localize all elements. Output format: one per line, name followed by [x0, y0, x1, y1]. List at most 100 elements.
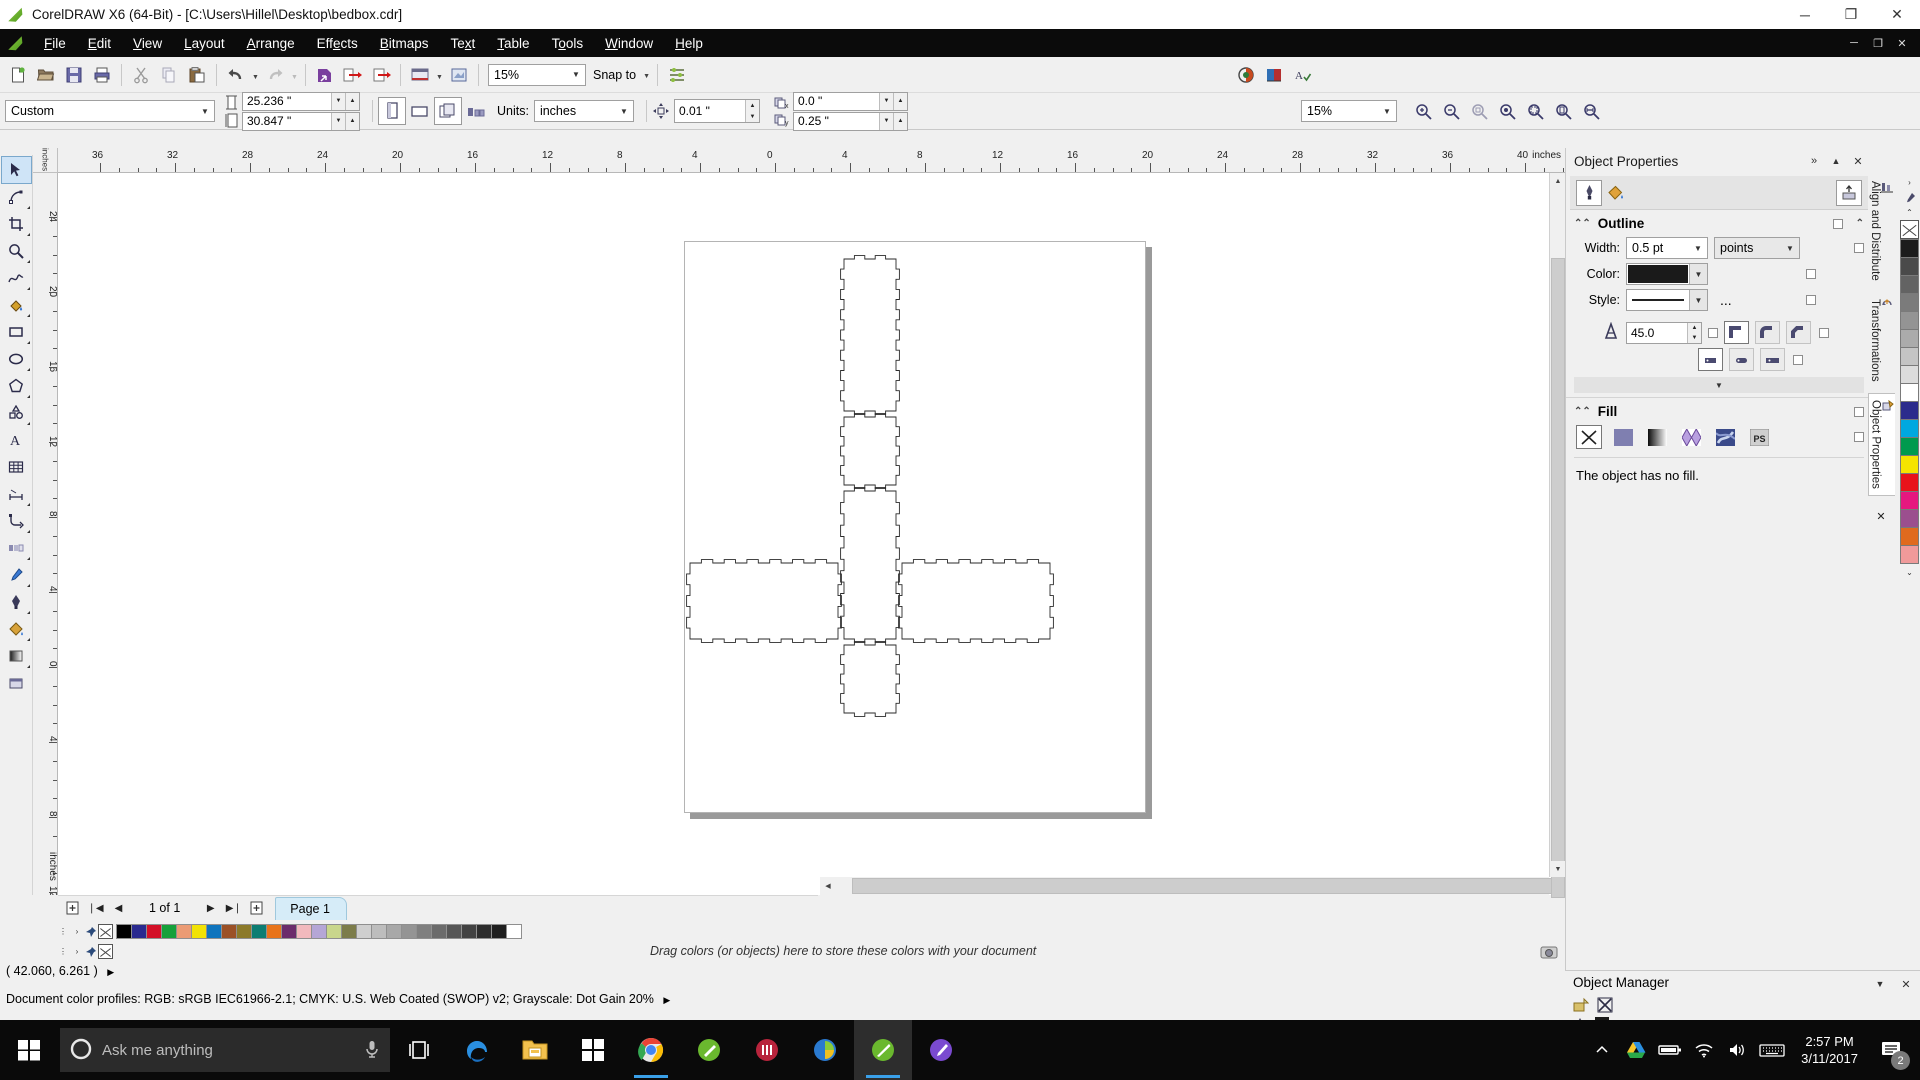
menu-tools[interactable]: Tools — [541, 32, 595, 55]
corel-connect-icon[interactable] — [445, 61, 473, 89]
task-view-icon[interactable] — [390, 1020, 448, 1080]
profiles-expand-icon[interactable]: ▶ — [663, 995, 670, 1006]
right-palette-swatch[interactable] — [1900, 545, 1919, 564]
right-palette-swatch[interactable] — [1900, 419, 1919, 438]
palette2-handle-icon[interactable]: ⋮ — [56, 944, 70, 959]
palette-swatch[interactable] — [341, 924, 357, 939]
chevron-down-icon[interactable]: ▼ — [567, 65, 585, 85]
object-manager-dropdown-icon[interactable]: ▼ — [1870, 974, 1890, 994]
document-palette-no-fill-swatch[interactable] — [98, 944, 113, 959]
rcolor-no-fill-swatch[interactable] — [1900, 220, 1919, 239]
page-tab-1[interactable]: Page 1 — [275, 896, 347, 920]
palette-swatch[interactable] — [446, 924, 462, 939]
cap-round-icon[interactable] — [1729, 348, 1754, 371]
menu-help[interactable]: Help — [664, 32, 714, 55]
docker-expand-icon[interactable]: » — [1804, 151, 1824, 171]
taskbar-clock[interactable]: 2:57 PM 3/11/2017 — [1789, 1033, 1870, 1067]
menu-text[interactable]: Text — [440, 32, 487, 55]
vtab-transformations[interactable]: Transformations — [1868, 292, 1894, 388]
chevron-down-icon[interactable]: ▼ — [1689, 264, 1707, 284]
zoom-out-icon[interactable] — [1437, 97, 1465, 125]
artwork-laser-cut-panels[interactable] — [684, 241, 1164, 831]
nudge-increment[interactable]: ▲ — [744, 100, 759, 111]
palette-swatch[interactable] — [281, 924, 297, 939]
chevron-down-icon[interactable]: ▼ — [1781, 238, 1799, 258]
palette-swatch[interactable] — [206, 924, 222, 939]
page-width-field[interactable]: 25.236 " ▼ ▲ — [242, 91, 360, 111]
dimension-tool[interactable] — [2, 481, 31, 507]
horizontal-ruler[interactable]: 36 32 28 24 20 16 12 8 4 0 4 8 12 16 20 24 28 32 36 40 inch… — [58, 148, 1565, 173]
delete-icon[interactable] — [1597, 997, 1613, 1016]
right-palette-swatch[interactable] — [1900, 239, 1919, 258]
scroll-up-icon[interactable]: ▲ — [1550, 173, 1566, 189]
save-icon[interactable] — [60, 61, 88, 89]
pick-tool[interactable] — [0, 156, 32, 184]
palette-swatch[interactable] — [416, 924, 432, 939]
miter-decrement[interactable]: ▼ — [1687, 332, 1701, 343]
chevron-down-icon[interactable]: ▼ — [1689, 290, 1707, 310]
corner-miter-icon[interactable] — [1724, 321, 1749, 344]
shape-tool[interactable] — [2, 184, 31, 210]
taskbar-file-explorer[interactable] — [506, 1020, 564, 1080]
freehand-tool[interactable] — [2, 265, 31, 291]
right-palette-swatch[interactable] — [1900, 293, 1919, 312]
close-button[interactable]: ✕ — [1874, 0, 1920, 29]
artwork-center-panel[interactable] — [840, 487, 900, 643]
outline-style-more-button[interactable]: ... — [1714, 292, 1738, 308]
paste-icon[interactable] — [183, 61, 211, 89]
docker-rollup-icon[interactable]: ▲ — [1826, 151, 1846, 171]
connector-tool[interactable] — [2, 508, 31, 534]
apply-to-duplicate-icon[interactable] — [1836, 179, 1862, 206]
duplicate-y-decrement[interactable]: ▼ — [878, 112, 893, 130]
right-palette-swatch[interactable] — [1900, 311, 1919, 330]
menu-arrange[interactable]: Arrange — [236, 32, 306, 55]
vscroll-thumb[interactable] — [1551, 258, 1565, 898]
show-hidden-icons-icon[interactable] — [1585, 1020, 1619, 1080]
menu-table[interactable]: Table — [486, 32, 540, 55]
right-palette-swatch[interactable] — [1900, 329, 1919, 348]
palette-swatch[interactable] — [131, 924, 147, 939]
outline-color-lock-checkbox[interactable] — [1806, 269, 1816, 279]
export-icon[interactable] — [339, 61, 367, 89]
nudge-field[interactable]: 0.01 " ▲ ▼ — [673, 99, 760, 123]
undo-icon[interactable] — [222, 61, 250, 89]
undo-dropdown-icon[interactable]: ▼ — [250, 61, 261, 89]
drawing-canvas[interactable] — [58, 173, 1565, 895]
artwork-right-panel[interactable] — [898, 559, 1054, 643]
pattern-fill-button[interactable] — [1678, 425, 1704, 449]
google-drive-icon[interactable] — [1619, 1020, 1653, 1080]
snap-to-dropdown-icon[interactable]: ▼ — [641, 61, 652, 89]
palette-scroll-icon[interactable]: › — [70, 924, 84, 939]
print-icon[interactable] — [88, 61, 116, 89]
add-page-start-button[interactable] — [62, 898, 83, 919]
corner-round-icon[interactable] — [1755, 321, 1780, 344]
import-icon[interactable] — [311, 61, 339, 89]
menu-window[interactable]: Window — [594, 32, 664, 55]
spell-check-icon[interactable]: A — [1288, 61, 1316, 89]
outline-color-swatch[interactable] — [1628, 265, 1688, 283]
zoom-to-selected-icon[interactable] — [1465, 97, 1493, 125]
publish-pdf-icon[interactable] — [367, 61, 395, 89]
palette-swatch[interactable] — [386, 924, 402, 939]
scroll-down-icon[interactable]: ▼ — [1550, 861, 1566, 877]
current-page-icon[interactable] — [462, 97, 490, 125]
palette-swatch[interactable] — [161, 924, 177, 939]
right-palette-swatch[interactable] — [1900, 365, 1919, 384]
palette-pin-icon[interactable] — [84, 924, 98, 939]
page-preset-combo[interactable]: Custom ▼ — [5, 100, 215, 122]
right-palette-swatch[interactable] — [1900, 509, 1919, 528]
palette-swatch[interactable] — [506, 924, 522, 939]
artwork-upper-mid-panel[interactable] — [840, 413, 900, 489]
page-width-increment[interactable]: ▲ — [345, 92, 359, 110]
outline-style-combo[interactable]: ▼ — [1626, 289, 1708, 311]
rcolor-eyedropper-icon[interactable] — [1900, 190, 1919, 205]
taskbar-store[interactable] — [564, 1020, 622, 1080]
cap-butt-icon[interactable] — [1698, 348, 1723, 371]
hscroll-thumb[interactable] — [852, 878, 1552, 894]
artwork-top-panel[interactable] — [840, 255, 900, 415]
uniform-fill-button[interactable] — [1610, 425, 1636, 449]
taskbar-photo-paint[interactable] — [912, 1020, 970, 1080]
fill-tab[interactable] — [1602, 180, 1628, 206]
menu-effects[interactable]: Effects — [306, 32, 369, 55]
docker-close-icon[interactable]: ✕ — [1848, 151, 1868, 171]
